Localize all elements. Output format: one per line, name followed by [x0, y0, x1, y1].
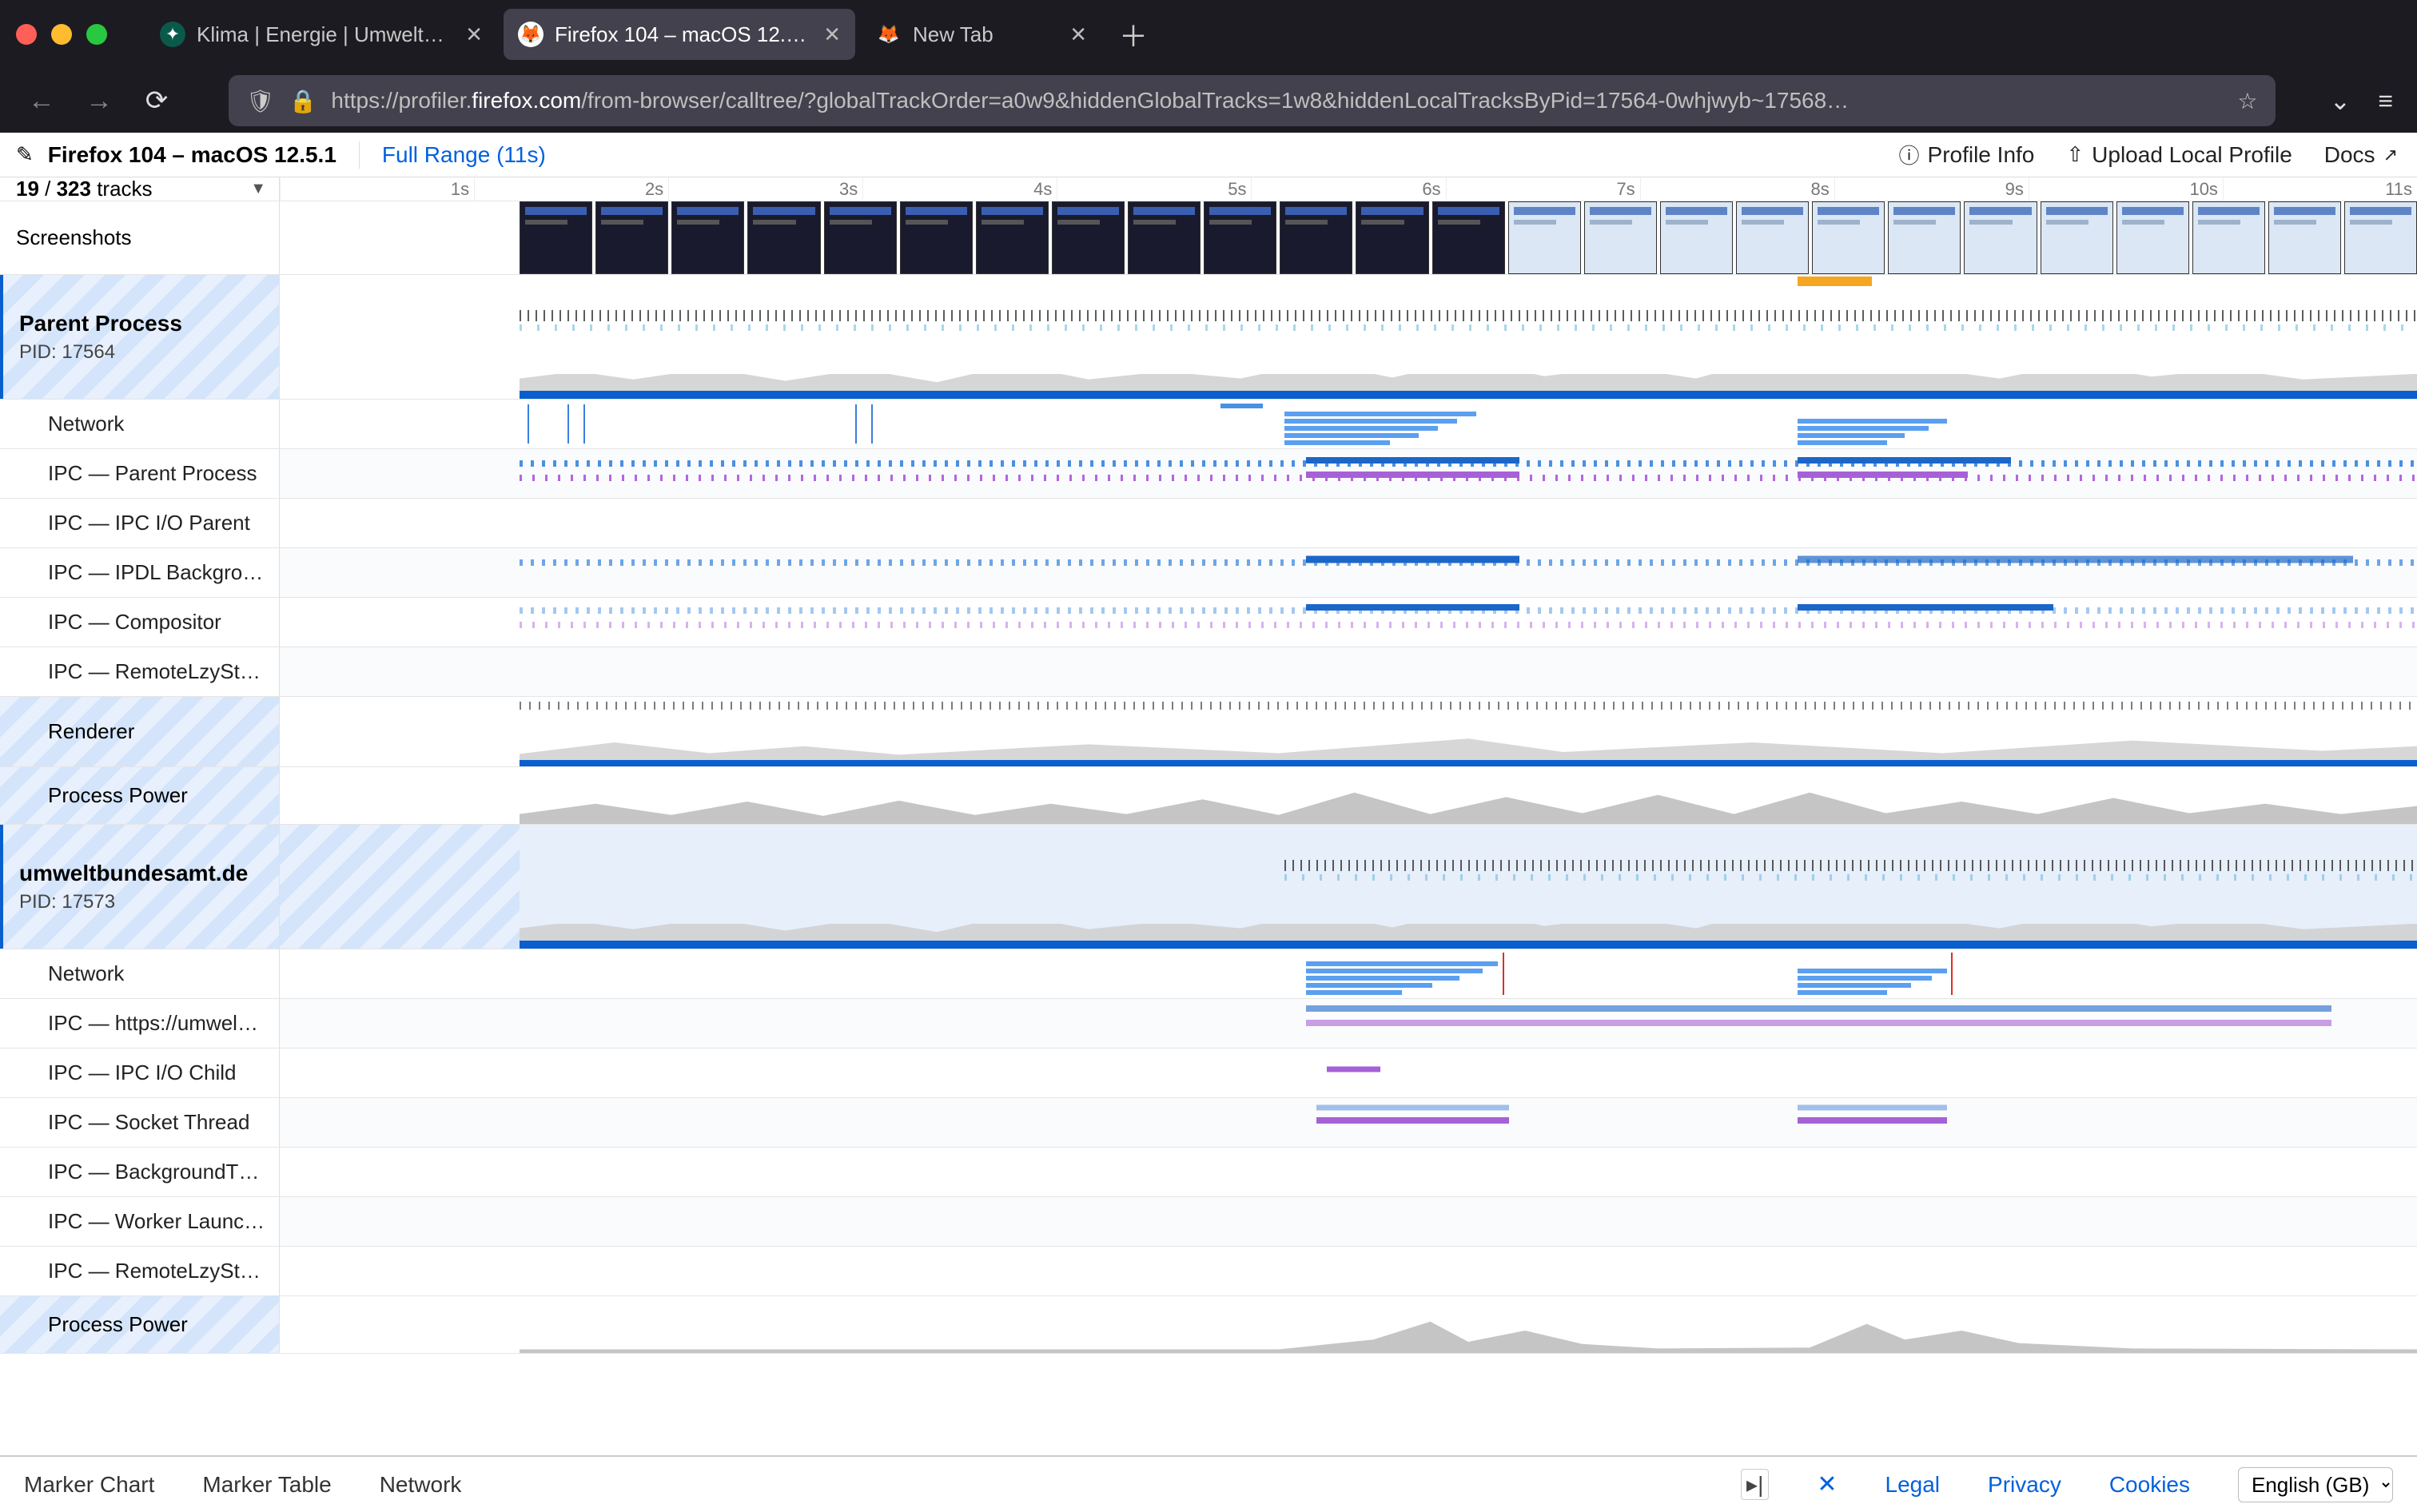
tab-bar: ✦ Klima | Energie | Umweltbundes… ✕ 🦊 Fi… [0, 0, 2417, 69]
track-process-power[interactable]: Process Power [0, 767, 2417, 825]
track-ipc-content-main[interactable]: IPC — https://umwel… [0, 999, 2417, 1048]
shield-icon[interactable]: 🛡 [246, 88, 275, 114]
track-label[interactable]: IPC — Parent Process [0, 449, 280, 498]
maximize-window-button[interactable] [86, 24, 107, 45]
external-link-icon: ↗ [2383, 145, 2398, 165]
tab-1[interactable]: 🦊 Firefox 104 – macOS 12.5.1 – 27… ✕ [504, 9, 855, 60]
process-label[interactable]: umweltbundesamt.de PID: 17573 [0, 825, 280, 949]
tab-label: Klima | Energie | Umweltbundes… [197, 22, 454, 47]
time-ruler[interactable]: 1s 2s 3s 4s 5s 6s 7s 8s 9s 10s 11s [280, 177, 2417, 201]
track-label[interactable]: IPC — https://umwel… [0, 999, 280, 1048]
view-network[interactable]: Network [380, 1472, 462, 1498]
track-ipc-remotelzy-content[interactable]: IPC — RemoteLzySt… [0, 1247, 2417, 1296]
close-tab-icon[interactable]: ✕ [823, 22, 841, 47]
profile-info-button[interactable]: ⓘ Profile Info [1899, 140, 2035, 169]
bottom-bar: Marker Chart Marker Table Network ▸| ✕ L… [0, 1456, 2417, 1512]
track-label[interactable]: IPC — BackgroundT… [0, 1148, 280, 1196]
track-renderer[interactable]: Renderer [0, 697, 2417, 767]
upload-profile-button[interactable]: ⇧ Upload Local Profile [2066, 142, 2292, 168]
track-ipc-background[interactable]: IPC — BackgroundT… [0, 1148, 2417, 1197]
docs-link[interactable]: Docs ↗ [2324, 142, 2398, 168]
close-tab-icon[interactable]: ✕ [1069, 22, 1087, 47]
process-graph[interactable] [280, 275, 2417, 399]
close-tab-icon[interactable]: ✕ [465, 22, 483, 47]
forward-button[interactable]: → [82, 86, 117, 117]
chevron-down-icon: ▼ [250, 180, 266, 198]
track-network-content[interactable]: Network [0, 949, 2417, 999]
view-marker-table[interactable]: Marker Table [202, 1472, 331, 1498]
process-label[interactable]: Parent Process PID: 17564 [0, 275, 280, 399]
profile-name: Firefox 104 – macOS 12.5.1 [48, 142, 336, 168]
track-label[interactable]: IPC — RemoteLzySt… [0, 647, 280, 696]
track-label[interactable]: Renderer [0, 697, 280, 766]
track-ipc-worker-launch[interactable]: IPC — Worker Launc… [0, 1197, 2417, 1247]
minimize-window-button[interactable] [51, 24, 72, 45]
track-label[interactable]: Process Power [0, 1296, 280, 1353]
track-label[interactable]: Network [0, 400, 280, 448]
close-notice-icon[interactable]: ✕ [1817, 1470, 1837, 1498]
track-ipc-parent[interactable]: IPC — Parent Process [0, 449, 2417, 499]
edit-icon[interactable]: ✎ [16, 142, 34, 167]
track-label[interactable]: IPC — Socket Thread [0, 1098, 280, 1147]
screenshots-track: Screenshots [0, 201, 2417, 275]
track-label[interactable]: IPC — IPDL Backgro… [0, 548, 280, 597]
process-graph[interactable] [280, 825, 2417, 949]
browser-chrome: ✦ Klima | Energie | Umweltbundes… ✕ 🦊 Fi… [0, 0, 2417, 133]
legal-link[interactable]: Legal [1885, 1472, 1941, 1498]
url-bar[interactable]: 🛡 🔒 https://profiler.firefox.com/from-br… [229, 75, 2276, 126]
tracks-toggle[interactable]: 19 / 323 tracks ▼ [0, 177, 280, 201]
url-text: https://profiler.firefox.com/from-browse… [331, 88, 2223, 113]
window-controls [16, 24, 107, 45]
close-window-button[interactable] [16, 24, 37, 45]
save-to-pocket-icon[interactable]: ⌄ [2330, 86, 2351, 116]
tab-2[interactable]: 🦊 New Tab ✕ [862, 9, 1101, 60]
upload-icon: ⇧ [2066, 142, 2084, 167]
timeline: 19 / 323 tracks ▼ 1s 2s 3s 4s 5s 6s 7s 8… [0, 177, 2417, 1456]
screenshots-strip[interactable] [280, 201, 2417, 274]
cookies-link[interactable]: Cookies [2109, 1472, 2190, 1498]
toolbar-right: ⌄ ≡ [2330, 86, 2393, 116]
ruler-row: 19 / 323 tracks ▼ 1s 2s 3s 4s 5s 6s 7s 8… [0, 177, 2417, 201]
track-ipc-io-child[interactable]: IPC — IPC I/O Child [0, 1048, 2417, 1098]
back-button[interactable]: ← [24, 86, 59, 117]
track-label[interactable]: IPC — RemoteLzySt… [0, 1247, 280, 1295]
track-label[interactable]: Network [0, 949, 280, 998]
track-ipc-io-parent[interactable]: IPC — IPC I/O Parent [0, 499, 2417, 548]
new-tab-button[interactable]: ＋ [1108, 14, 1159, 55]
sidebar-toggle-icon[interactable]: ▸| [1741, 1469, 1769, 1500]
track-ipc-ipdl[interactable]: IPC — IPDL Backgro… [0, 548, 2417, 598]
track-ipc-socket[interactable]: IPC — Socket Thread [0, 1098, 2417, 1148]
process-content[interactable]: umweltbundesamt.de PID: 17573 [0, 825, 2417, 949]
tab-label: Firefox 104 – macOS 12.5.1 – 27… [555, 22, 812, 47]
track-label[interactable]: IPC — Worker Launc… [0, 1197, 280, 1246]
privacy-link[interactable]: Privacy [1988, 1472, 2061, 1498]
profiler-header: ✎ Firefox 104 – macOS 12.5.1 Full Range … [0, 133, 2417, 177]
favicon-icon: ✦ [160, 22, 185, 47]
language-select[interactable]: English (GB) [2238, 1467, 2393, 1502]
track-ipc-compositor[interactable]: IPC — Compositor [0, 598, 2417, 647]
favicon-icon: 🦊 [518, 22, 544, 47]
range-link[interactable]: Full Range (11s) [382, 142, 546, 168]
app-menu-icon[interactable]: ≡ [2378, 86, 2393, 116]
tab-label: New Tab [913, 22, 1058, 47]
track-process-power-content[interactable]: Process Power [0, 1296, 2417, 1354]
info-icon: ⓘ [1899, 140, 1920, 169]
track-ipc-remotelzy[interactable]: IPC — RemoteLzySt… [0, 647, 2417, 697]
track-label[interactable]: IPC — Compositor [0, 598, 280, 647]
reload-button[interactable]: ⟳ [139, 85, 174, 117]
track-label[interactable]: Process Power [0, 767, 280, 824]
track-network[interactable]: Network [0, 400, 2417, 449]
view-marker-chart[interactable]: Marker Chart [24, 1472, 154, 1498]
track-label[interactable]: IPC — IPC I/O Child [0, 1048, 280, 1097]
bookmark-star-icon[interactable]: ☆ [2237, 88, 2257, 114]
process-parent[interactable]: Parent Process PID: 17564 [0, 275, 2417, 400]
lock-icon[interactable]: 🔒 [289, 88, 317, 114]
tab-0[interactable]: ✦ Klima | Energie | Umweltbundes… ✕ [145, 9, 497, 60]
favicon-icon: 🦊 [876, 22, 902, 47]
nav-bar: ← → ⟳ 🛡 🔒 https://profiler.firefox.com/f… [0, 69, 2417, 133]
track-label[interactable]: Screenshots [0, 201, 280, 274]
track-label[interactable]: IPC — IPC I/O Parent [0, 499, 280, 547]
